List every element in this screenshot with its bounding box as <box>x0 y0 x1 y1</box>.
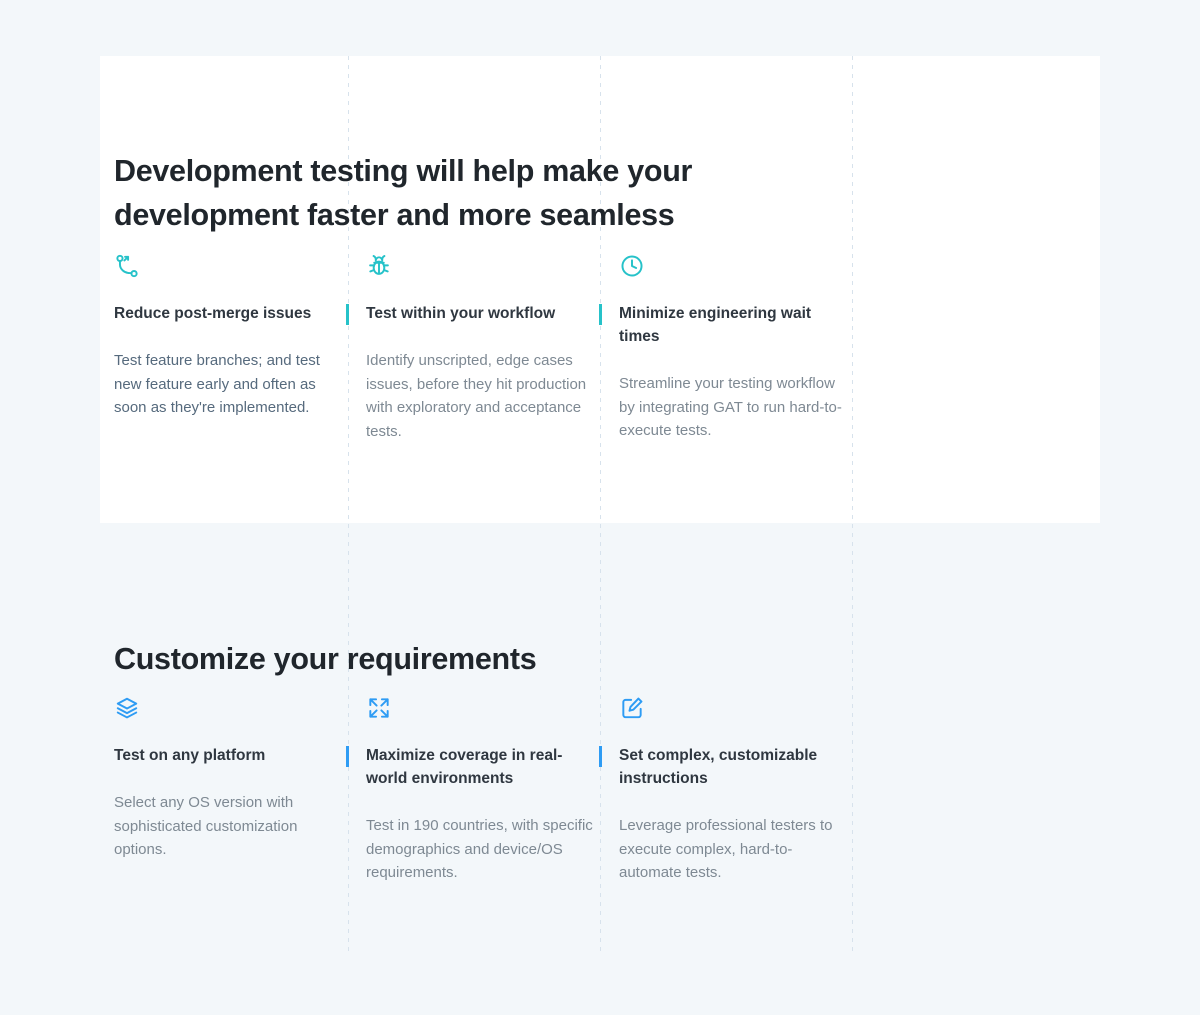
feature-description: Streamline your testing workflow by inte… <box>619 372 847 443</box>
dashed-gridline <box>852 56 853 955</box>
feature-description: Test feature branches; and test new feat… <box>114 349 342 420</box>
title-accent-bar <box>346 746 349 767</box>
feature-description: Select any OS version with sophisticated… <box>114 791 342 862</box>
feature-reduce-post-merge-issues: Reduce post-merge issues Test feature br… <box>114 253 342 420</box>
feature-description: Test in 190 countries, with specific dem… <box>366 814 594 885</box>
code-branch-icon <box>114 253 140 279</box>
edit-icon <box>619 695 645 721</box>
title-accent-bar <box>346 304 349 325</box>
feature-set-complex-instructions: Set complex, customizable instructions L… <box>619 695 847 885</box>
feature-title: Test on any platform <box>114 744 342 767</box>
feature-description: Leverage professional testers to execute… <box>619 814 847 885</box>
feature-maximize-coverage: Maximize coverage in real-world environm… <box>366 695 594 885</box>
feature-title: Test within your workflow <box>366 302 594 325</box>
feature-test-any-platform: Test on any platform Select any OS versi… <box>114 695 342 862</box>
feature-test-within-workflow: Test within your workflow Identify unscr… <box>366 253 594 443</box>
features-page: Development testing will help make your … <box>0 0 1200 1015</box>
section-heading-development-testing: Development testing will help make your … <box>114 149 814 237</box>
expand-arrows-icon <box>366 695 392 721</box>
feature-title: Minimize engineering wait times <box>619 302 847 348</box>
feature-title: Maximize coverage in real-world environm… <box>366 744 594 790</box>
feature-title: Set complex, customizable instructions <box>619 744 847 790</box>
feature-minimize-wait-times: Minimize engineering wait times Streamli… <box>619 253 847 443</box>
clock-icon <box>619 253 645 279</box>
title-accent-bar <box>599 304 602 325</box>
title-accent-bar <box>599 746 602 767</box>
layers-icon <box>114 695 140 721</box>
feature-title: Reduce post-merge issues <box>114 302 342 325</box>
bug-icon <box>366 253 392 279</box>
section-heading-customize-requirements: Customize your requirements <box>114 637 814 681</box>
feature-description: Identify unscripted, edge cases issues, … <box>366 349 594 443</box>
